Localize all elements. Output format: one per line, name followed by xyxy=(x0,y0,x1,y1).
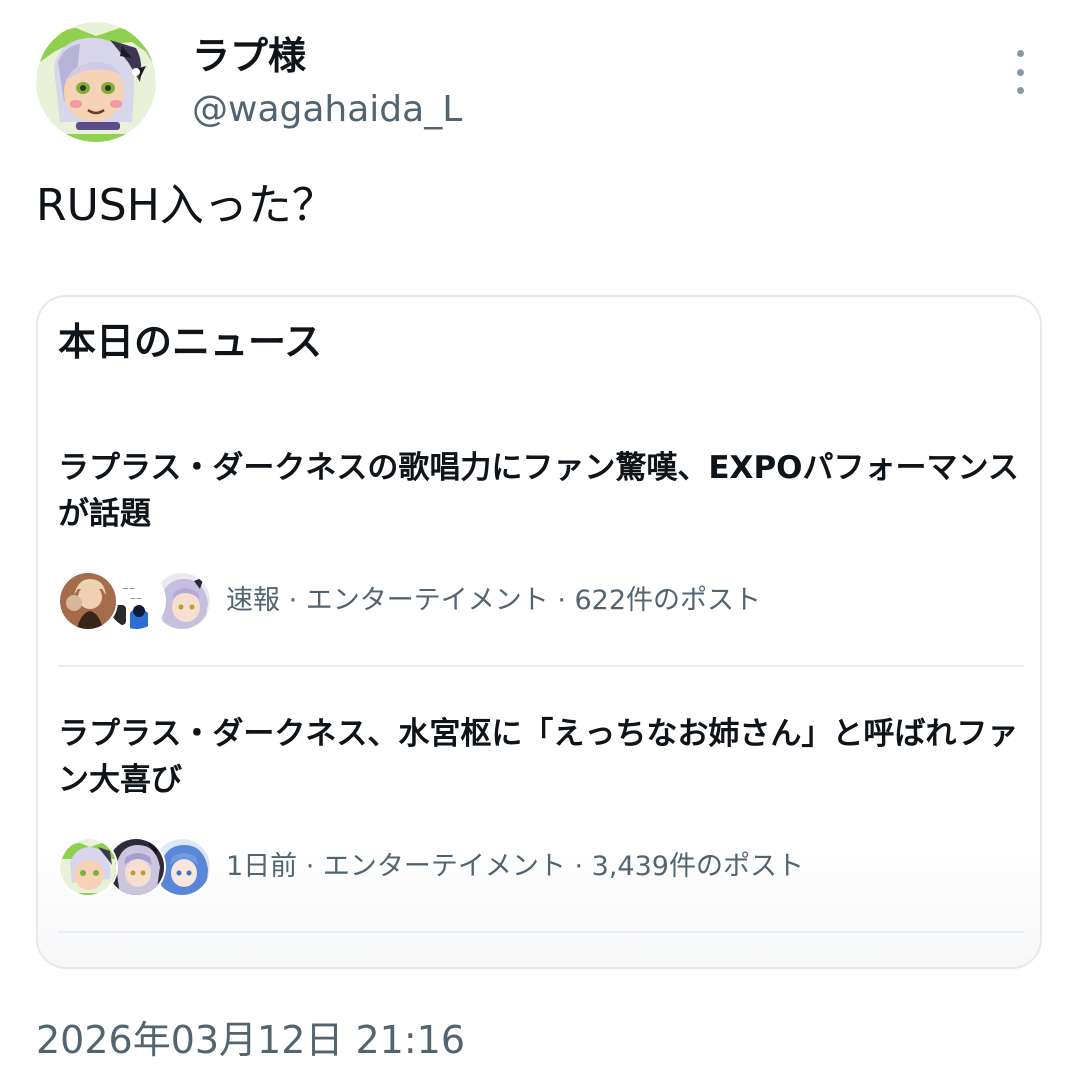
news-meta-text: 速報 · エンターテイメント · 622件のポスト xyxy=(226,585,762,616)
news-meta-text: 1日前 · エンターテイメント · 3,439件のポスト xyxy=(226,851,804,882)
user-avatar-icon[interactable] xyxy=(36,22,156,142)
news-card-title: 本日のニュース xyxy=(58,320,323,364)
news-item[interactable]: ラプラス・ダークネス、水宮枢に「えっちなお姉さん」と呼ばれファン大喜び 1日前 … xyxy=(58,711,1024,897)
avatar-icon xyxy=(58,571,118,631)
more-options-icon[interactable] xyxy=(1000,50,1040,94)
news-meta: ~~ ~~ 速報 · エンターテイメント · 622件のポスト xyxy=(58,569,761,633)
more-dot xyxy=(1016,50,1024,57)
more-dot xyxy=(1016,68,1024,76)
news-headline: ラプラス・ダークネスの歌唱力にファン驚嘆、EXPOパフォーマンスが話題 xyxy=(58,450,1019,532)
news-item[interactable]: ラプラス・ダークネスの歌唱力にファン驚嘆、EXPOパフォーマンスが話題 ~~ ~… xyxy=(58,445,1024,631)
tweet-text: RUSH入った？ xyxy=(36,180,336,231)
tweet-container: ラプ様 @wagahaida_L RUSH入った？ 本日のニュース ラプラス・ダ… xyxy=(0,0,1080,1073)
svg-text:~~: ~~ xyxy=(122,584,135,593)
svg-text:~~: ~~ xyxy=(130,595,142,603)
divider xyxy=(58,665,1024,667)
display-name[interactable]: ラプ様 xyxy=(192,30,306,82)
tweet-timestamp[interactable]: 2026年03月12日 21:16 xyxy=(36,1014,465,1066)
avatar-icon xyxy=(58,837,118,897)
avatar-stack: ~~ ~~ xyxy=(58,569,212,633)
user-handle[interactable]: @wagahaida_L xyxy=(192,86,462,134)
news-headline: ラプラス・ダークネス、水宮枢に「えっちなお姉さん」と呼ばれファン大喜び xyxy=(58,716,1019,798)
more-dot xyxy=(1016,87,1024,94)
news-meta: 1日前 · エンターテイメント · 3,439件のポスト xyxy=(58,835,804,899)
divider xyxy=(58,931,1024,933)
avatar-stack xyxy=(58,835,212,899)
news-card[interactable]: 本日のニュース ラプラス・ダークネスの歌唱力にファン驚嘆、EXPOパフォーマンス… xyxy=(36,295,1042,969)
